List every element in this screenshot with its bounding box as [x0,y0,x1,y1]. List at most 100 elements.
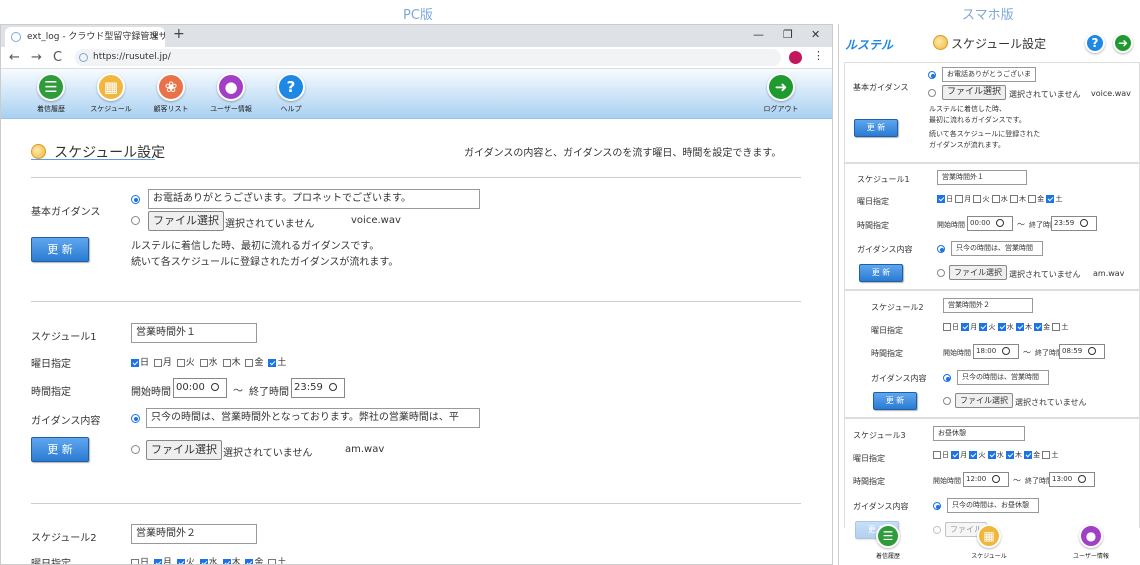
day-checkbox-sat[interactable] [268,358,277,367]
sp-schedule1-file-radio[interactable] [937,269,945,277]
day-checkbox-wed[interactable] [991,195,1000,203]
day-checkbox-sun[interactable] [937,195,945,203]
sp-schedule1-guidance[interactable]: 只今の時間は、営業時間 [951,241,1043,256]
sp-schedule1-start[interactable]: 00:00 [967,216,1013,231]
nav-customer-list[interactable]: ❀ 顧客リスト [141,73,201,114]
day-checkbox-sun[interactable] [943,323,951,331]
help-icon[interactable]: ? [1085,33,1105,53]
sp-basic-file-radio[interactable] [928,89,936,97]
profile-avatar[interactable] [789,51,802,64]
reload-icon[interactable]: C [53,50,62,65]
day-checkbox-thu[interactable] [1009,195,1018,203]
url-input[interactable]: https://rusutel.jp/ [75,49,781,66]
basic-file-radio[interactable] [131,216,140,225]
sp-footer-call-history[interactable]: ☰ 着信履歴 [848,524,928,560]
sp-schedule2-file-radio[interactable] [943,397,951,405]
day-checkbox-thu[interactable] [1005,451,1014,459]
nav-user-info[interactable]: ● ユーザー情報 [201,73,261,114]
day-checkbox-fri[interactable] [1034,323,1043,331]
schedule2-name-input[interactable]: 営業時間外２ [131,524,257,544]
sp-schedule3-end[interactable]: 13:00 [1049,472,1095,487]
sp-schedule2-text-radio[interactable] [943,374,951,382]
sp-start-label: 開始時間 [943,349,971,357]
browser-tab[interactable]: ext_log - クラウド型留守録管理サ × [5,27,165,47]
sp-schedule1-text-radio[interactable] [937,245,945,253]
day-checkbox-mon[interactable] [961,323,970,331]
schedule1-end-time[interactable]: 23:59 [291,378,345,398]
browser-menu-icon[interactable]: ⋮ [813,49,824,62]
sp-basic-text-radio[interactable] [928,71,936,79]
basic-file-select-button[interactable]: ファイル選択 [148,211,224,231]
day-checkbox-sun[interactable] [131,558,139,564]
day-checkbox-sun[interactable] [131,358,139,367]
sp-schedule1-file-button[interactable]: ファイル選択 [949,265,1007,280]
sp-schedule3-guidance[interactable]: 只今の時間は、お昼休憩 [947,498,1039,513]
day-checkbox-thu[interactable] [1015,323,1024,331]
schedule1-file-select-button[interactable]: ファイル選択 [146,440,222,460]
day-checkbox-mon[interactable] [153,558,162,564]
day-checkbox-fri[interactable] [245,558,254,564]
close-window-button[interactable]: ✕ [811,28,820,41]
schedule1-start-time[interactable]: 00:00 [173,378,227,398]
sp-schedule3-file-radio[interactable] [933,526,941,534]
sp-schedule2-start[interactable]: 18:00 [973,344,1019,359]
day-checkbox-mon[interactable] [955,195,964,203]
sp-schedule1-end[interactable]: 23:59 [1051,216,1097,231]
day-checkbox-fri[interactable] [245,358,254,367]
sp-schedule2-end[interactable]: 08:59 [1059,344,1105,359]
minimize-button[interactable]: — [753,28,764,41]
sp-basic-update-button[interactable]: 更 新 [854,119,898,137]
day-checkbox-fri[interactable] [1028,195,1037,203]
logout-icon[interactable]: ➜ [1113,33,1133,53]
day-checkbox-tue[interactable] [176,558,185,564]
sp-basic-file-button[interactable]: ファイル選択 [942,85,1007,100]
new-tab-button[interactable]: + [173,26,185,42]
day-checkbox-wed[interactable] [997,323,1006,331]
day-checkbox-tue[interactable] [973,195,982,203]
schedule1-file-radio[interactable] [131,445,140,454]
sp-footer-user-info[interactable]: ● ユーザー情報 [1051,524,1131,560]
sp-schedule3-text-radio[interactable] [933,502,941,510]
day-checkbox-sat[interactable] [1046,195,1055,203]
day-checkbox-sat[interactable] [1042,451,1051,459]
sp-schedule1-name[interactable]: 営業時間外１ [937,170,1027,185]
tab-close-icon[interactable]: × [151,27,159,47]
day-checkbox-sat[interactable] [268,558,277,564]
basic-text-radio[interactable] [131,195,140,204]
day-checkbox-wed[interactable] [199,358,208,367]
day-checkbox-tue[interactable] [176,358,185,367]
sp-schedule1-update[interactable]: 更 新 [859,264,903,282]
sp-schedule2-guidance[interactable]: 只今の時間は、営業時間 [957,370,1049,385]
sp-basic-input[interactable]: お電話ありがとうございま [942,67,1036,82]
schedule1-guidance-input[interactable]: 只今の時間は、営業時間外となっております。弊社の営業時間は、平 [146,408,480,428]
basic-update-button[interactable]: 更 新 [31,237,89,262]
schedule1-update-button[interactable]: 更 新 [31,437,89,462]
sp-footer-schedule[interactable]: ▦ スケジュール [949,524,1029,560]
day-checkbox-tue[interactable] [969,451,978,459]
day-checkbox-wed[interactable] [987,451,996,459]
day-checkbox-thu[interactable] [222,358,231,367]
nav-call-history[interactable]: ☰ 着信履歴 [21,73,81,114]
day-checkbox-sat[interactable] [1052,323,1061,331]
sp-schedule2-name[interactable]: 営業時間外２ [943,298,1033,313]
day-checkbox-wed[interactable] [199,558,208,564]
day-checkbox-mon[interactable] [951,451,960,459]
schedule1-text-radio[interactable] [131,414,140,423]
nav-logout[interactable]: ➜ ログアウト [751,73,811,114]
sp-schedule2-update[interactable]: 更 新 [873,392,917,410]
day-checkbox-mon[interactable] [153,358,162,367]
day-checkbox-tue[interactable] [979,323,988,331]
maximize-button[interactable]: ❐ [783,28,793,41]
back-icon[interactable]: ← [9,50,20,65]
nav-schedule[interactable]: ▦ スケジュール [81,73,141,114]
sp-schedule3-name[interactable]: お昼休憩 [933,426,1025,441]
schedule1-name-input[interactable]: 営業時間外１ [131,323,257,343]
sp-schedule2-file-button[interactable]: ファイル選択 [955,393,1013,408]
day-checkbox-thu[interactable] [222,558,231,564]
basic-guidance-input[interactable]: お電話ありがとうございます。プロネットでございます。 [148,189,480,209]
day-checkbox-sun[interactable] [933,451,941,459]
forward-icon[interactable]: → [31,50,42,65]
sp-schedule3-start[interactable]: 12:00 [963,472,1009,487]
day-checkbox-fri[interactable] [1024,451,1033,459]
nav-help[interactable]: ? ヘルプ [261,73,321,114]
